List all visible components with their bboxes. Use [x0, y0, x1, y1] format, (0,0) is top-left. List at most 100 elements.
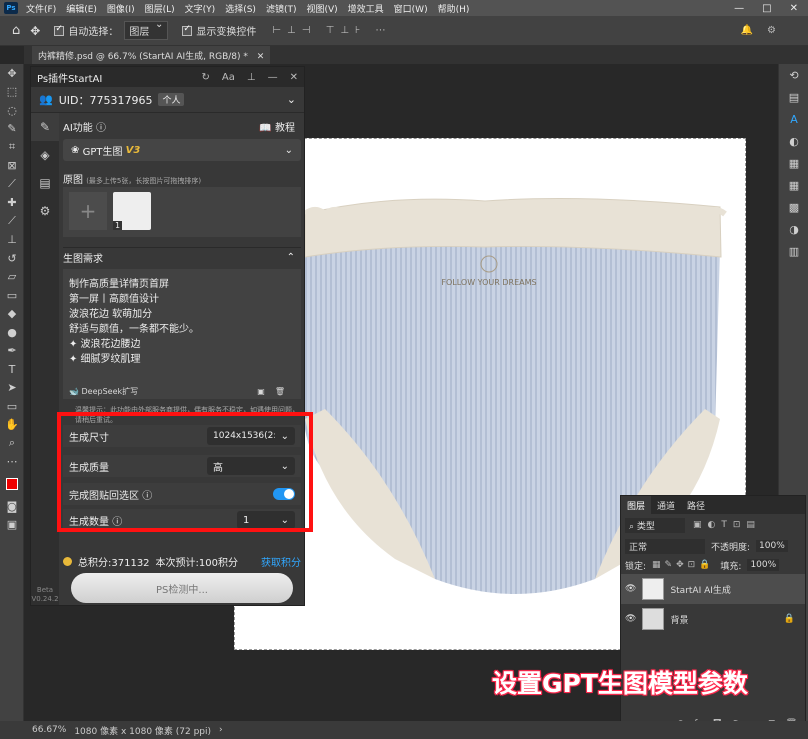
menu-plugins[interactable]: 增效工具 [348, 2, 384, 15]
menu-layer[interactable]: 图层(L) [145, 2, 175, 15]
tab-layers[interactable]: 图层 [621, 495, 652, 515]
type-icon[interactable]: T [0, 360, 24, 379]
patterns-icon[interactable]: ▩ [779, 196, 808, 218]
color-panel-icon[interactable]: ◐ [779, 130, 808, 152]
user-icon: 👥 [39, 93, 53, 106]
eraser-icon[interactable]: ▱ [0, 268, 24, 287]
tab-channels[interactable]: 通道 [651, 496, 681, 515]
run-button[interactable]: PS检测中... [71, 573, 293, 603]
menu-filter[interactable]: 滤镜(T) [266, 2, 297, 15]
menu-image[interactable]: 图像(I) [107, 2, 135, 15]
auto-select-dropdown[interactable]: 图层 [124, 19, 169, 40]
zoom-icon[interactable]: ⌕ [0, 434, 24, 453]
menu-type[interactable]: 文字(Y) [185, 2, 216, 15]
chevron-right-icon[interactable]: › [219, 725, 223, 735]
points-row: 总积分:371132 本次预计:100积分 获取积分 [63, 553, 301, 569]
move-icon[interactable]: ✥ [0, 64, 24, 83]
history-brush-icon[interactable]: ↺ [0, 249, 24, 268]
menu-view[interactable]: 视图(V) [306, 2, 337, 15]
account-tag: 个人 [158, 93, 185, 106]
tab-paths[interactable]: 路径 [681, 496, 711, 515]
quick-mask-icon[interactable]: ◙ [0, 497, 24, 516]
menu-file[interactable]: 文件(F) [26, 2, 56, 15]
layer-item[interactable]: 👁 StartAI AI生成 [621, 574, 805, 604]
startai-icon[interactable]: A [779, 108, 808, 130]
pin-icon[interactable]: ⊥ [247, 72, 256, 83]
model-dropdown[interactable]: ❀ GPT生图 V3 ⌄ [63, 139, 301, 161]
ai-function-label: AI功能 [63, 123, 93, 134]
minimize-panel-icon[interactable]: — [268, 72, 278, 83]
fill-value[interactable]: 100% [747, 559, 780, 571]
maximize-icon[interactable]: □ [762, 3, 771, 14]
prompt-actions-icons[interactable]: ▣🗑 [257, 387, 295, 396]
lock-label: 锁定: [625, 561, 647, 572]
adjustments-icon[interactable]: ◑ [779, 218, 808, 240]
version-info: Beta V0.24.2 [31, 581, 59, 605]
menu-help[interactable]: 帮助(H) [438, 2, 470, 15]
filter-icons[interactable]: ▣◐T⊡▤ [693, 520, 761, 530]
chevron-down-icon[interactable]: ⌄ [287, 93, 296, 106]
settings-gear-icon[interactable]: ⚙ [31, 197, 59, 225]
model-label: GPT生图 [82, 146, 123, 158]
menu-window[interactable]: 窗口(W) [394, 2, 428, 15]
path-select-icon[interactable]: ➤ [0, 379, 24, 398]
eye-icon[interactable]: 👁 [625, 614, 636, 624]
eye-icon[interactable]: 👁 [625, 584, 636, 594]
show-transform-checkbox[interactable] [182, 24, 193, 36]
shape-icon[interactable]: ▭ [0, 397, 24, 416]
blend-mode-dropdown[interactable]: 正常 [625, 538, 705, 554]
dodge-icon[interactable]: ● [0, 323, 24, 342]
hand-icon[interactable]: ✋ [0, 416, 24, 435]
quick-select-icon[interactable]: ✎ [0, 120, 24, 139]
refresh-icon[interactable]: ↻ [202, 72, 210, 83]
requirements-header[interactable]: 生图需求 ⌃ [63, 247, 301, 267]
menu-edit[interactable]: 编辑(E) [66, 2, 97, 15]
tab-close-icon[interactable]: ✕ [257, 52, 265, 62]
more-tools-icon[interactable]: ⋯ [0, 453, 24, 472]
document-tab[interactable]: 内裤精修.psd @ 66.7% (StartAI AI生成, RGB/8) *… [32, 46, 271, 64]
pen-icon[interactable]: ✒ [0, 342, 24, 361]
move-tool-icon[interactable]: ✥ [30, 24, 40, 38]
gradients-icon[interactable]: ▦ [779, 174, 808, 196]
healing-icon[interactable]: ✚ [0, 194, 24, 213]
close-icon[interactable]: ✕ [790, 3, 798, 14]
menu-select[interactable]: 选择(S) [225, 2, 256, 15]
comments-icon[interactable]: ▤ [779, 86, 808, 108]
blur-icon[interactable]: ◆ [0, 305, 24, 324]
prompt-textarea[interactable]: 制作高质量详情页首屏 第一屏丨高颜值设计 波浪花边 软萌加分 舒适与颜值，一条都… [63, 269, 301, 383]
close-panel-icon[interactable]: ✕ [290, 72, 298, 83]
layers-stack-icon[interactable]: ◈ [31, 141, 59, 169]
edit-icon[interactable]: ✎ [31, 113, 59, 141]
zoom-level[interactable]: 66.67% [32, 725, 66, 735]
lasso-icon[interactable]: ◌ [0, 101, 24, 120]
gradient-icon[interactable]: ▭ [0, 286, 24, 305]
waistband-text: FOLLOW YOUR DREAMS [441, 278, 536, 287]
share-icons[interactable]: 🔔⚙ [741, 25, 790, 36]
tutorial-link[interactable]: 📖 教程 [259, 119, 295, 134]
filter-dropdown[interactable]: ⌕ 类型 [625, 517, 685, 533]
frame-icon[interactable]: ⊠ [0, 157, 24, 176]
swatches-icon[interactable]: ▦ [779, 152, 808, 174]
properties-icon[interactable]: ▥ [779, 240, 808, 262]
lock-icons[interactable]: ▦✎✥⊡🔒 [652, 560, 714, 570]
color-swatches[interactable] [0, 471, 24, 497]
screen-mode-icon[interactable]: ▣ [0, 516, 24, 535]
eyedropper-icon[interactable]: ⟋ [0, 175, 24, 194]
font-size-icon[interactable]: Aa [222, 72, 235, 83]
clipboard-icon[interactable]: ▤ [31, 169, 59, 197]
deepseek-button[interactable]: 🐋 DeepSeek扩写 [69, 386, 138, 397]
minimize-icon[interactable]: — [734, 3, 744, 14]
align-icons[interactable]: ⊢⊥⊣ ⊤⊥⊦ ⋯ [272, 25, 391, 36]
stamp-icon[interactable]: ⊥ [0, 231, 24, 250]
opacity-value[interactable]: 100% [756, 540, 788, 552]
get-points-link[interactable]: 获取积分 [261, 554, 301, 569]
add-image-button[interactable]: + [69, 192, 107, 230]
history-icon[interactable]: ⟲ [779, 64, 808, 86]
layer-item[interactable]: 👁 背景 🔒 [621, 604, 805, 634]
marquee-icon[interactable]: ⬚ [0, 83, 24, 102]
source-thumbnail[interactable]: 1 [113, 192, 151, 230]
home-icon[interactable]: ⌂ [12, 23, 20, 38]
crop-icon[interactable]: ⌗ [0, 138, 24, 157]
brush-icon[interactable]: ⟋ [0, 212, 24, 231]
auto-select-checkbox[interactable] [54, 24, 65, 36]
